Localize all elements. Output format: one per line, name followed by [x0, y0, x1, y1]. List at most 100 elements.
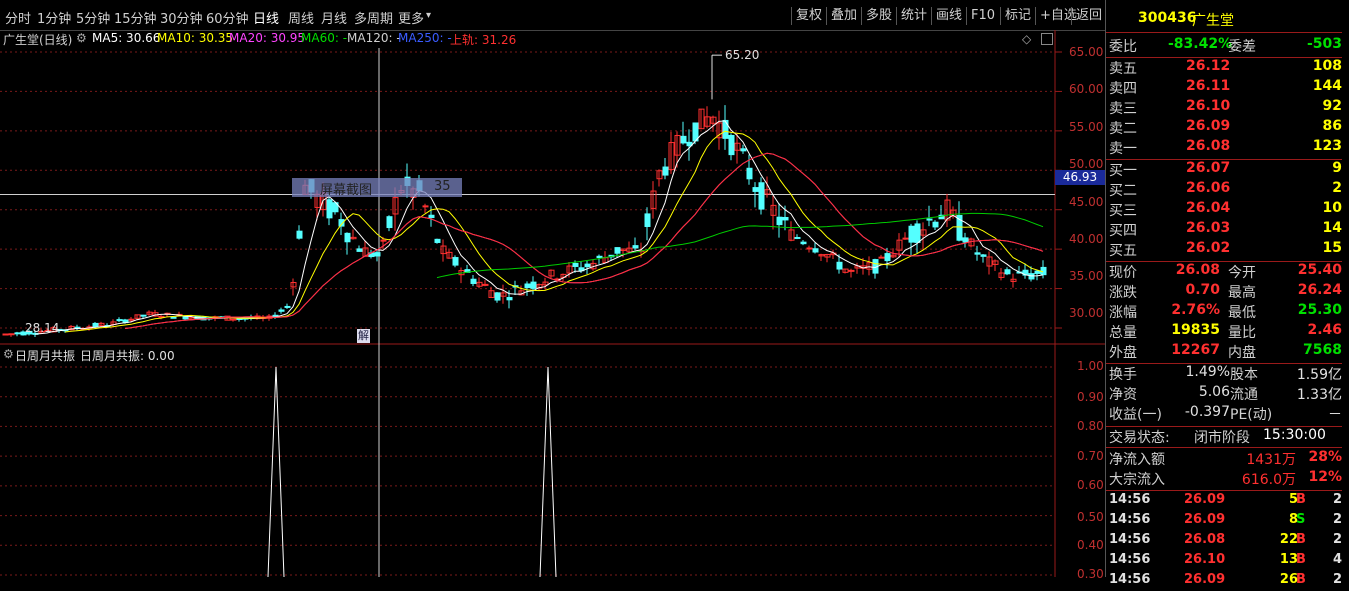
tab-fenshi[interactable]: 分时 — [5, 8, 31, 27]
overlay-value: 35 — [434, 179, 451, 194]
candle-body — [746, 167, 753, 180]
weicha-value: -503 — [1306, 36, 1342, 52]
overlay-button[interactable]: 叠加 — [826, 7, 861, 25]
candle-body — [680, 135, 687, 144]
candle-body — [374, 252, 381, 257]
f10-button[interactable]: F10 — [966, 7, 999, 25]
candle-body — [848, 269, 855, 272]
candle-body — [812, 248, 819, 253]
candle-body — [506, 297, 513, 301]
tick-row: 14:56 26.09 5 B 2 — [1109, 492, 1342, 507]
candle-body — [140, 314, 147, 317]
candle-body — [494, 292, 501, 301]
candle-body — [8, 333, 15, 336]
candle-body — [752, 187, 759, 192]
weibi-value: -83.42% — [1168, 36, 1233, 52]
bid-level-row: 买五 26.02 15 — [1109, 240, 1342, 259]
stat-row: 换手 1.49% 股本 1.59亿 — [1109, 364, 1342, 383]
candle-body — [380, 239, 387, 242]
moving-average-line — [124, 152, 1044, 329]
indicator-tick: 0.70 — [1077, 449, 1104, 463]
ask-level-row: 卖三 26.10 92 — [1109, 98, 1342, 117]
tick-row: 14:56 26.09 8 S 2 — [1109, 512, 1342, 527]
bid-level-row: 买一 26.07 9 — [1109, 160, 1342, 179]
draw-line-button[interactable]: 画线 — [931, 7, 966, 25]
candle-body — [182, 316, 189, 320]
candle-body — [1034, 270, 1041, 274]
tick-row: 14:56 26.10 13 B 4 — [1109, 552, 1342, 567]
stat-row: 收益(一) -0.397 PE(动) － — [1109, 404, 1342, 423]
candle-body — [776, 216, 783, 226]
more-dropdown-icon[interactable]: ▾ — [426, 10, 431, 21]
indicator-tick: 0.60 — [1077, 478, 1104, 492]
bid-level-row: 买二 26.06 2 — [1109, 180, 1342, 199]
candle-body — [926, 218, 933, 221]
tab-1min[interactable]: 1分钟 — [37, 8, 71, 27]
candle-body — [230, 318, 237, 321]
tab-weekly[interactable]: 周线 — [288, 8, 314, 27]
stat-row: 现价 26.08 今开 25.40 — [1109, 262, 1342, 281]
statistics-button[interactable]: 统计 — [896, 7, 931, 25]
candle-body — [806, 247, 813, 250]
price-tick: 60.00 — [1069, 82, 1104, 96]
candle-body — [356, 248, 363, 252]
candle-body — [434, 238, 441, 243]
tab-daily[interactable]: 日线 — [253, 8, 279, 27]
candle-body — [596, 255, 603, 259]
moving-average-line — [34, 120, 1044, 335]
price-tick: 65.00 — [1069, 45, 1104, 59]
candle-body — [584, 263, 591, 268]
candle-body — [452, 257, 459, 266]
bid-level-row: 买三 26.04 10 — [1109, 200, 1342, 219]
candle-body — [884, 253, 891, 262]
stat-row: 净资 5.06 流通 1.33亿 — [1109, 384, 1342, 403]
stock-name: 广生堂 — [1192, 13, 1234, 29]
candle-body — [782, 216, 789, 221]
quote-panel: 300436 广生堂 委比 -83.42% 委差 -503 卖五 26.12 108… — [1105, 0, 1349, 587]
price-tick: 45.00 — [1069, 195, 1104, 209]
back-button[interactable]: 返回 — [1071, 7, 1106, 25]
candle-body — [800, 241, 807, 245]
mark-button[interactable]: 标记 — [1000, 7, 1035, 25]
tab-15min[interactable]: 15分钟 — [114, 8, 157, 27]
candle-body — [644, 213, 651, 227]
stat-row: 总量 19835 量比 2.46 — [1109, 322, 1342, 341]
stock-header: 300436 广生堂 — [1106, 10, 1342, 30]
tab-multi-period[interactable]: 多周期 — [354, 8, 393, 27]
indicator-tick: 0.40 — [1077, 538, 1104, 552]
candle-body — [524, 283, 531, 289]
overlay-label: 屏幕截图 — [320, 183, 373, 198]
candle-body — [2, 333, 9, 336]
period-tab-bar: 分时 1分钟 5分钟 15分钟 30分钟 60分钟 日线 周线 月线 多周期 更… — [0, 0, 1105, 31]
unlock-marker[interactable]: 解 — [357, 329, 370, 343]
tick-row: 14:56 26.08 22 B 2 — [1109, 532, 1342, 547]
tab-60min[interactable]: 60分钟 — [206, 8, 249, 27]
candle-body — [572, 262, 579, 267]
tab-30min[interactable]: 30分钟 — [160, 8, 203, 27]
price-tick: 35.00 — [1069, 269, 1104, 283]
ask-level-row: 卖四 26.11 144 — [1109, 78, 1342, 97]
indicator-tick: 0.30 — [1077, 567, 1104, 581]
indicator-settings-icon[interactable]: ⚙ — [3, 347, 14, 363]
indicator-name: 日周月共振 — [15, 349, 76, 363]
candle-body — [914, 223, 921, 243]
candle-body — [422, 205, 429, 208]
moving-average-line — [436, 212, 1044, 279]
tab-monthly[interactable]: 月线 — [321, 8, 347, 27]
fuquan-button[interactable]: 复权 — [791, 7, 826, 25]
indicator-tick: 0.50 — [1077, 510, 1104, 524]
candlestick-chart[interactable] — [0, 30, 1105, 577]
tick-row: 14:56 26.09 26 B 2 — [1109, 572, 1342, 587]
candle-body — [662, 166, 669, 176]
multi-stock-button[interactable]: 多股 — [861, 7, 896, 25]
candle-body — [794, 236, 801, 239]
candle-body — [614, 247, 621, 254]
indicator-value: 日周月共振: 0.00 — [80, 349, 175, 363]
tab-5min[interactable]: 5分钟 — [76, 8, 110, 27]
indicator-tick: 0.90 — [1077, 390, 1104, 404]
candle-body — [632, 245, 639, 249]
high-price-marker: 65.20 — [725, 48, 760, 62]
candle-body — [728, 134, 735, 156]
candle-body — [758, 182, 765, 210]
tab-more[interactable]: 更多 — [398, 8, 424, 27]
